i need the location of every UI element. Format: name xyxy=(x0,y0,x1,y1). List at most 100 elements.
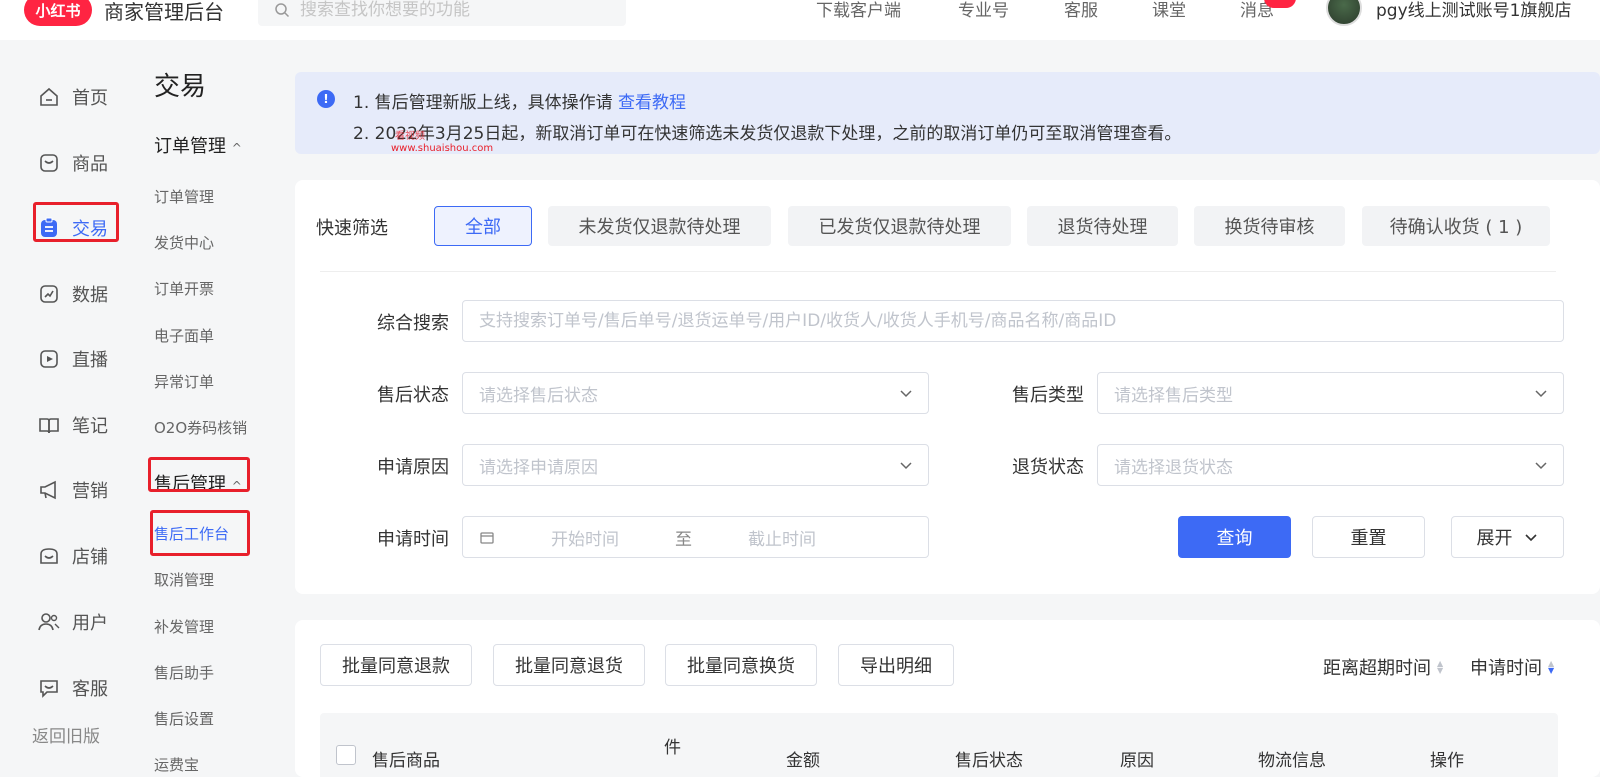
batch-approve-return-button[interactable]: 批量同意退货 xyxy=(493,644,645,686)
search-label: 综合搜索 xyxy=(377,313,449,334)
status-placeholder: 请选择售后状态 xyxy=(479,385,598,406)
quick-filter-return-pending[interactable]: 退货待处理 xyxy=(1027,206,1178,246)
batch-approve-exchange-button[interactable]: 批量同意换货 xyxy=(665,644,817,686)
nav-label: 笔记 xyxy=(72,416,108,437)
quick-filter-exchange-review[interactable]: 换货待审核 xyxy=(1194,206,1345,246)
sub-nav: 交易 订单管理 ^ 订单管理 发货中心 订单开票 电子面单 异常订单 O2O券码… xyxy=(138,40,294,777)
nav-item-customer-service[interactable]: 客服 xyxy=(38,675,108,701)
batch-approve-refund-button[interactable]: 批量同意退款 xyxy=(320,644,472,686)
sub-item-cancel-management[interactable]: 取消管理 xyxy=(154,569,214,590)
quick-filter-all[interactable]: 全部 xyxy=(434,206,532,246)
sub-item-order-management[interactable]: 订单管理 xyxy=(154,186,214,207)
sub-item-after-sales-assistant[interactable]: 售后助手 xyxy=(154,662,214,683)
sub-item-after-sales-settings[interactable]: 售后设置 xyxy=(154,708,214,729)
nav-item-products[interactable]: 商品 xyxy=(38,150,108,176)
customer-service-link[interactable]: 客服 xyxy=(1064,0,1098,21)
sub-item-reissue-management[interactable]: 补发管理 xyxy=(154,616,214,637)
xiaohongshu-logo[interactable]: 小红书 xyxy=(24,0,92,26)
column-header-actions: 操作 xyxy=(1430,751,1464,771)
column-header-product: 售后商品 xyxy=(372,751,440,771)
table-header xyxy=(320,713,1558,777)
nav-label: 商品 xyxy=(72,154,108,175)
column-header-logistics: 物流信息 xyxy=(1258,751,1326,771)
classroom-link[interactable]: 课堂 xyxy=(1152,0,1186,21)
store-icon xyxy=(38,545,60,567)
status-select[interactable]: 请选择售后状态 xyxy=(462,372,929,414)
type-placeholder: 请选择售后类型 xyxy=(1114,385,1233,406)
quick-filter-confirm-receipt[interactable]: 待确认收货 ( 1 ) xyxy=(1362,206,1550,246)
nav-label: 数据 xyxy=(72,285,108,306)
watermark: www.shuaishou.com xyxy=(391,143,494,154)
sort-label: 距离超期时间 xyxy=(1323,658,1431,679)
select-all-checkbox[interactable] xyxy=(336,745,356,765)
start-time-input[interactable]: 开始时间 xyxy=(551,525,619,550)
megaphone-icon xyxy=(38,479,60,501)
nav-label: 用户 xyxy=(72,613,108,634)
query-button[interactable]: 查询 xyxy=(1178,516,1291,558)
account-name[interactable]: pgy线上测试账号1旗舰店 xyxy=(1376,0,1571,21)
download-client-link[interactable]: 下载客户端 xyxy=(816,0,901,21)
nav-item-marketing[interactable]: 营销 xyxy=(38,477,108,503)
professional-account-link[interactable]: 专业号 xyxy=(958,0,1009,21)
nav-item-home[interactable]: 首页 xyxy=(38,84,108,110)
nav-item-store[interactable]: 店铺 xyxy=(38,543,108,569)
watermark-label: 看视频 xyxy=(395,131,425,142)
divider xyxy=(320,271,1556,272)
quick-filter-shipped-refund[interactable]: 已发货仅退款待处理 xyxy=(788,206,1011,246)
top-bar: 小红书 商家管理后台 下载客户端 专业号 客服 课堂 消息 pgy线上测试账号1… xyxy=(0,0,1600,40)
notice-banner: ! 1. 售后管理新版上线，具体操作请 查看教程 2. 2022年3月25日起，… xyxy=(295,72,1600,154)
return-status-placeholder: 请选择退货状态 xyxy=(1114,457,1233,478)
users-icon xyxy=(38,611,60,633)
highlight-after-sales xyxy=(148,457,250,492)
sort-by-apply-time[interactable]: 申请时间 ▲ ▼ xyxy=(1470,654,1554,680)
global-search[interactable] xyxy=(258,0,626,26)
message-count-badge xyxy=(1264,0,1296,8)
nav-label: 首页 xyxy=(72,88,108,109)
sub-item-freight-insurance[interactable]: 运费宝 xyxy=(154,754,199,775)
export-details-button[interactable]: 导出明细 xyxy=(838,644,954,686)
end-time-input[interactable]: 截止时间 xyxy=(748,525,816,550)
nav-item-users[interactable]: 用户 xyxy=(38,609,108,635)
reset-button[interactable]: 重置 xyxy=(1312,516,1425,558)
sub-item-abnormal-orders[interactable]: 异常订单 xyxy=(154,371,214,392)
expand-button[interactable]: 展开 xyxy=(1451,516,1564,558)
nav-item-notes[interactable]: 笔记 xyxy=(38,412,108,438)
chat-icon xyxy=(38,677,60,699)
book-icon xyxy=(38,414,60,436)
avatar[interactable] xyxy=(1326,0,1362,26)
nav-item-data[interactable]: 数据 xyxy=(38,281,108,307)
notice-line-1: 1. 售后管理新版上线，具体操作请 查看教程 xyxy=(353,93,687,113)
date-range-picker[interactable]: 开始时间 至 截止时间 xyxy=(462,516,929,558)
type-select[interactable]: 请选择售后类型 xyxy=(1097,372,1564,414)
chevron-up-icon: ^ xyxy=(231,141,242,155)
chevron-down-icon xyxy=(900,462,912,470)
highlight-trade xyxy=(33,202,119,242)
sub-item-order-invoice[interactable]: 订单开票 xyxy=(154,278,214,299)
chevron-down-icon xyxy=(1535,462,1547,470)
sub-item-e-waybill[interactable]: 电子面单 xyxy=(154,325,214,346)
column-header-status: 售后状态 xyxy=(955,751,1023,771)
nav-label: 客服 xyxy=(72,679,108,700)
range-separator: 至 xyxy=(675,529,692,550)
search-input[interactable] xyxy=(479,311,1547,331)
chart-icon xyxy=(38,283,60,305)
sub-item-o2o-coupon[interactable]: O2O券码核销 xyxy=(154,417,247,438)
notice-line-2: 2. 2022年3月25日起，新取消订单可在快速筛选未发货仅退款下处理，之前的取… xyxy=(353,124,1182,144)
nav-item-live[interactable]: 直播 xyxy=(38,346,108,372)
status-label: 售后状态 xyxy=(377,385,449,406)
reason-label: 申请原因 xyxy=(377,457,449,478)
sub-item-shipping-center[interactable]: 发货中心 xyxy=(154,232,214,253)
calendar-icon xyxy=(480,532,494,544)
back-to-old-version-link[interactable]: 返回旧版 xyxy=(32,722,100,747)
sort-by-overdue[interactable]: 距离超期时间 ▲ ▼ xyxy=(1323,654,1443,680)
quick-filter-unshipped-refund[interactable]: 未发货仅退款待处理 xyxy=(548,206,771,246)
reason-placeholder: 请选择申请原因 xyxy=(479,457,598,478)
view-tutorial-link[interactable]: 查看教程 xyxy=(618,93,686,113)
sub-group-order-management[interactable]: 订单管理 ^ xyxy=(154,132,242,158)
chevron-down-icon xyxy=(1535,390,1547,398)
sort-icon: ▲ ▼ xyxy=(1548,659,1555,675)
reason-select[interactable]: 请选择申请原因 xyxy=(462,444,929,486)
global-search-input[interactable] xyxy=(300,0,600,20)
return-status-select[interactable]: 请选择退货状态 xyxy=(1097,444,1564,486)
search-field[interactable] xyxy=(462,300,1564,342)
